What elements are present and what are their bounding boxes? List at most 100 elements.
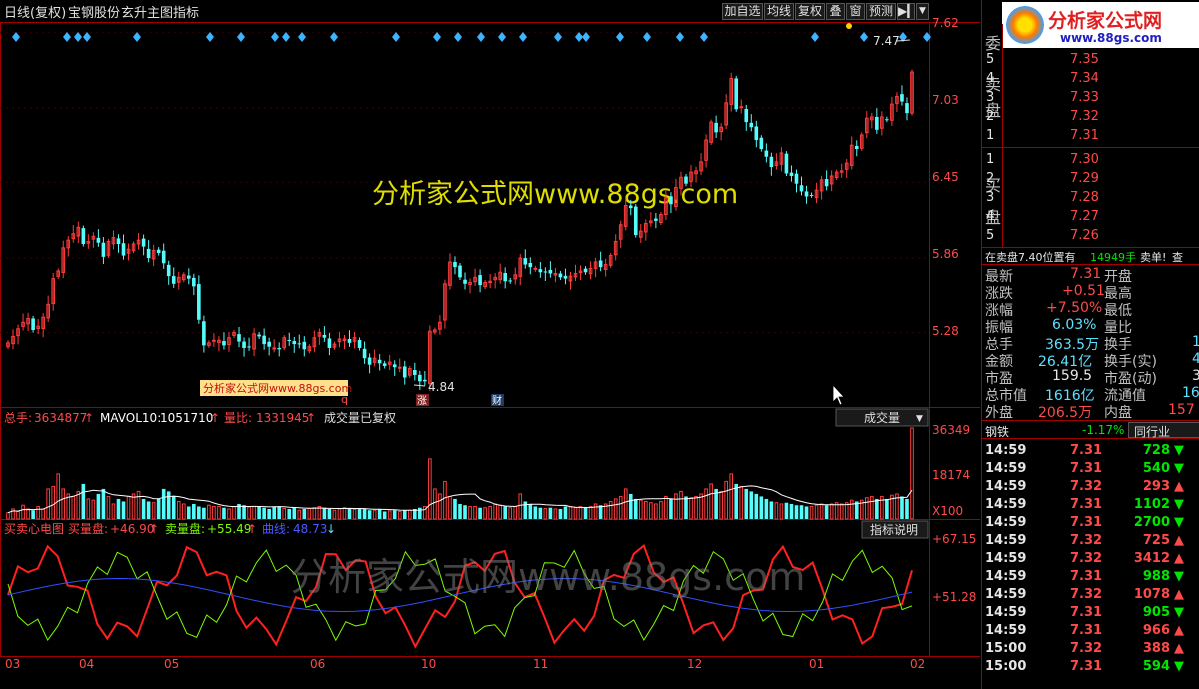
candle-body: [81, 228, 86, 245]
indicator-help-button[interactable]: 指标说明: [861, 520, 929, 539]
indicator-header: 买卖心电图 买量盘: +46.90 ↑ 卖量盘: +55.49 ↑ 曲线: 48…: [4, 521, 336, 536]
indicator-name[interactable]: 玄升主图指标: [121, 6, 199, 21]
arrow-down-icon: ↓: [326, 522, 336, 536]
volume-bar: [794, 505, 799, 519]
trade-row: 14:59 7.32 3412 ▲: [982, 550, 1199, 568]
price-tick: 5.28: [932, 324, 959, 338]
volume-bar: [262, 507, 266, 519]
candle-body: [141, 238, 146, 247]
candle-body: [186, 275, 191, 279]
marker-limit-up[interactable]: 涨: [417, 395, 427, 407]
candle-body: [116, 238, 121, 245]
order-alert: 在卖盘7.40位置有 14949手 卖单! 查: [982, 247, 1199, 265]
buy-level-3[interactable]: 3 7.28: [982, 188, 1199, 208]
signal-dot-icon: [846, 23, 852, 29]
arrow-down-icon: ▼: [1174, 497, 1184, 512]
sell-level-2[interactable]: 2 7.32: [982, 107, 1199, 127]
volume-bar: [628, 493, 633, 519]
chevron-down-icon[interactable]: ▼: [916, 3, 929, 20]
quote-panel: 最新 7.31 开盘 涨跌 +0.51 最高 涨幅 +7.50% 最低 振幅 6.03% 量比 …: [982, 264, 1199, 421]
candle-body: [362, 348, 367, 359]
alert-more-link[interactable]: 查: [1172, 249, 1183, 265]
candle-body: [96, 237, 101, 243]
toolbar-adjust[interactable]: 复权: [795, 3, 825, 20]
candle-body: [242, 341, 246, 348]
arrow-down-icon: ▼: [1174, 659, 1184, 674]
volume-bar: [583, 506, 588, 519]
volume-bar: [453, 498, 457, 519]
volume-bar: [558, 508, 563, 519]
candle-body: [528, 263, 533, 268]
candle-body: [885, 119, 889, 121]
volume-bar: [31, 510, 35, 519]
indicator-help-label[interactable]: 指标说明: [870, 522, 918, 537]
candle-body: [121, 243, 126, 256]
volume-select[interactable]: 成交量 ▼: [835, 408, 929, 427]
candle-body: [277, 347, 282, 350]
trade-price: 7.31: [1070, 497, 1103, 512]
buy-level-4[interactable]: 4 7.27: [982, 207, 1199, 227]
volume-bar: [769, 501, 774, 519]
toolbar-expand-icon[interactable]: ▶▎: [897, 3, 916, 20]
buy-level-5[interactable]: 5 7.26: [982, 226, 1199, 246]
candle-body: [202, 321, 206, 346]
toolbar-add-favorite[interactable]: 加自选: [722, 3, 763, 20]
volume-bar: [197, 506, 201, 519]
sell-level-4[interactable]: 4 7.34: [982, 69, 1199, 89]
arrow-up-icon: ↑: [210, 411, 220, 425]
period-label[interactable]: 日线(复权): [4, 5, 66, 21]
x-tick: 06: [310, 657, 325, 671]
trade-time: 14:59: [985, 461, 1027, 476]
arrow-up-icon: ↑: [84, 411, 94, 425]
marker-finance[interactable]: 财: [492, 394, 502, 407]
candle-body: [302, 341, 307, 350]
volume-select-label[interactable]: 成交量: [864, 410, 900, 425]
toolbar-moving-average[interactable]: 均线: [764, 3, 794, 20]
arrow-up-icon: ↑: [306, 411, 316, 425]
candle-body: [543, 271, 548, 273]
vol-tick: 18174: [932, 468, 970, 482]
candle-body: [347, 338, 352, 343]
chevron-down-icon[interactable]: ▼: [916, 414, 923, 424]
volume-bar: [257, 506, 261, 519]
low-price-label: 4.84: [428, 380, 455, 394]
volume-bar: [302, 508, 307, 519]
candle-body: [397, 366, 402, 369]
volume-bar: [503, 506, 508, 519]
toolbar-window[interactable]: 窗: [846, 3, 865, 20]
trade-time: 14:59: [985, 587, 1027, 602]
side-panel: 分析家公式网 www.88gs.com 委 卖盘 买盘 5 7.35 4 7.34 …: [981, 0, 1199, 689]
buy-level-1[interactable]: 1 7.30: [982, 150, 1199, 170]
candle-body: [628, 205, 633, 209]
sell-level-5[interactable]: 5 7.35: [982, 50, 1199, 70]
trade-time: 15:00: [985, 659, 1027, 674]
volume-bar: [789, 503, 794, 519]
marker-q[interactable]: q: [341, 393, 348, 406]
mavol-label: MAVOL10:: [100, 411, 161, 425]
volume-bar: [669, 498, 673, 519]
alert-qty: 14949手: [1090, 251, 1136, 264]
quote-row-outer: 外盘 206.5万 内盘 157: [985, 402, 1195, 421]
candle-body: [222, 341, 226, 346]
quote-row-volume: 总手363.5万换手1: [985, 334, 1199, 353]
vol-total-label: 总手:: [4, 411, 32, 425]
toolbar-overlay[interactable]: 叠: [826, 3, 845, 20]
volume-bar: [202, 507, 206, 519]
volume-bar: [749, 491, 754, 519]
buy-level-2[interactable]: 2 7.29: [982, 169, 1199, 189]
sell-level-1[interactable]: 1 7.31: [982, 126, 1199, 146]
toolbar-forecast[interactable]: 预测: [866, 3, 896, 20]
volume-bar: [267, 508, 271, 519]
same-industry-button[interactable]: 同行业: [1128, 422, 1199, 439]
candle-body: [367, 357, 372, 365]
sell-level-3[interactable]: 3 7.33: [982, 88, 1199, 108]
volume-bar: [799, 505, 804, 519]
volume-bar: [287, 508, 292, 519]
industry-row: 钢铁 -1.17% 同行业: [982, 420, 1199, 439]
volume-bar: [478, 507, 482, 519]
trade-time: 14:59: [985, 605, 1027, 620]
arrow-down-icon: ▼: [1174, 515, 1184, 530]
trade-row: 14:59 7.32 293 ▲: [982, 478, 1199, 496]
volume-bar: [538, 507, 543, 519]
volume-bar: [96, 493, 101, 519]
